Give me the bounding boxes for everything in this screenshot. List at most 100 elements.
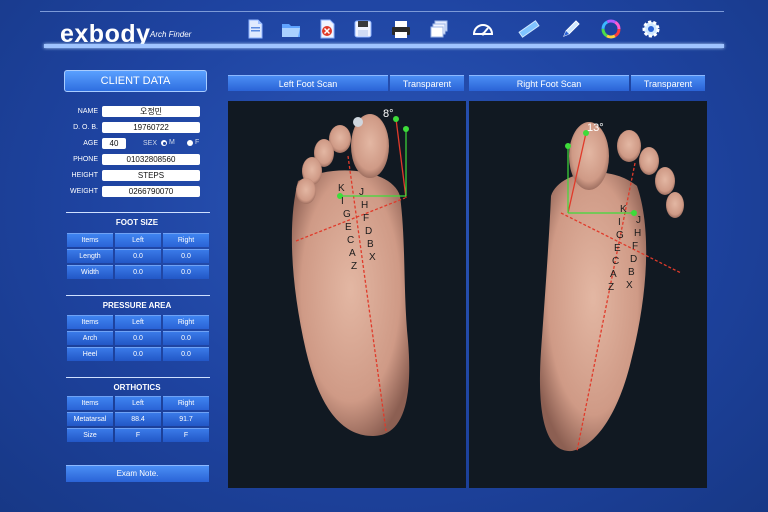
gauge-icon[interactable] bbox=[472, 18, 494, 40]
orthotics-row-item: Size bbox=[67, 428, 113, 442]
pressure-area-rule bbox=[66, 295, 210, 296]
orthotics-size-right: F bbox=[163, 428, 209, 442]
foot-size-title: FOOT SIZE bbox=[115, 218, 159, 227]
right-letter-j: J bbox=[636, 215, 641, 226]
exam-note-button[interactable]: Exam Note. bbox=[66, 465, 209, 482]
pressure-area-title: PRESSURE AREA bbox=[102, 301, 172, 310]
left-angle-label: 8° bbox=[383, 108, 394, 120]
foot-size-length-left: 0.0 bbox=[115, 249, 161, 263]
orthotics-metatarsal-right: 91.7 bbox=[163, 412, 209, 426]
weight-field[interactable]: 0266790070 bbox=[102, 186, 200, 197]
left-letter-c: C bbox=[347, 235, 354, 246]
left-letter-a: A bbox=[349, 248, 356, 259]
foot-size-header-right: Right bbox=[163, 233, 209, 247]
foot-size-rule bbox=[66, 212, 210, 213]
tab-left-foot-scan[interactable]: Left Foot Scan bbox=[228, 75, 388, 91]
left-letter-d: D bbox=[365, 226, 372, 237]
layers-icon[interactable] bbox=[428, 18, 450, 40]
left-letter-k: K bbox=[338, 183, 345, 194]
left-letter-b: B bbox=[367, 239, 374, 250]
foot-size-row-item: Width bbox=[67, 265, 113, 279]
dob-label: D. O. B. bbox=[73, 124, 98, 131]
right-transparent-button[interactable]: Transparent bbox=[631, 75, 705, 91]
foot-size-header-left: Left bbox=[115, 233, 161, 247]
client-data-button[interactable]: CLIENT DATA bbox=[64, 70, 207, 92]
top-bar: exbody Arch Finder bbox=[0, 0, 768, 50]
sex-f-label: F bbox=[195, 139, 200, 146]
name-label: NAME bbox=[77, 108, 98, 115]
orthotics-size-left: F bbox=[115, 428, 161, 442]
right-letter-d: D bbox=[630, 254, 637, 265]
gear-icon[interactable] bbox=[640, 18, 662, 40]
app-subtitle: Arch Finder bbox=[150, 30, 192, 39]
save-disk-icon[interactable] bbox=[352, 18, 374, 40]
pressure-header-right: Right bbox=[163, 315, 209, 329]
orthotics-rule bbox=[66, 377, 210, 378]
right-letter-g: G bbox=[616, 230, 624, 241]
left-letter-z: Z bbox=[351, 261, 357, 272]
age-field[interactable]: 40 bbox=[102, 138, 126, 149]
sex-f-radio[interactable] bbox=[187, 140, 193, 146]
phone-label: PHONE bbox=[73, 156, 98, 163]
open-folder-icon[interactable] bbox=[280, 18, 302, 40]
height-field[interactable]: STEPS bbox=[102, 170, 200, 181]
phone-field[interactable]: 01032808560 bbox=[102, 154, 200, 165]
foot-size-length-right: 0.0 bbox=[163, 249, 209, 263]
pressure-arch-right: 0.0 bbox=[163, 331, 209, 345]
right-letter-e: E bbox=[614, 243, 621, 254]
pressure-header-left: Left bbox=[115, 315, 161, 329]
right-letter-z: Z bbox=[608, 282, 614, 293]
left-foot-scan-view[interactable]: 8° K I G E C A Z J H F D B X bbox=[228, 101, 466, 488]
right-angle-label: 13° bbox=[587, 122, 604, 134]
sex-m-radio[interactable] bbox=[161, 140, 167, 146]
pressure-arch-left: 0.0 bbox=[115, 331, 161, 345]
foot-size-header-items: Items bbox=[67, 233, 113, 247]
left-letter-e: E bbox=[345, 222, 352, 233]
print-icon[interactable] bbox=[390, 18, 412, 40]
orthotics-title: ORTHOTICS bbox=[113, 383, 161, 392]
orthotics-header-right: Right bbox=[163, 396, 209, 410]
pressure-heel-right: 0.0 bbox=[163, 347, 209, 361]
right-letter-a: A bbox=[610, 269, 617, 280]
left-transparent-button[interactable]: Transparent bbox=[390, 75, 464, 91]
dob-field[interactable]: 19760722 bbox=[102, 122, 200, 133]
left-letter-f: F bbox=[363, 213, 369, 224]
left-letter-h: H bbox=[361, 200, 368, 211]
left-foot-image: 8° K I G E C A Z J H F D B X bbox=[228, 101, 466, 488]
new-document-icon[interactable] bbox=[244, 18, 266, 40]
header-glow-divider bbox=[44, 44, 724, 48]
sex-m-label: M bbox=[169, 139, 175, 146]
sex-label: SEX bbox=[143, 140, 158, 147]
right-letter-k: K bbox=[620, 204, 627, 215]
toolbar bbox=[240, 18, 664, 42]
right-letter-f: F bbox=[632, 241, 638, 252]
orthotics-metatarsal-left: 88.4 bbox=[115, 412, 161, 426]
left-letter-x: X bbox=[369, 252, 376, 263]
orthotics-row-item: Metatarsal bbox=[67, 412, 113, 426]
pen-icon[interactable] bbox=[560, 18, 582, 40]
weight-label: WEIGHT bbox=[70, 188, 98, 195]
tab-right-foot-scan[interactable]: Right Foot Scan bbox=[469, 75, 629, 91]
right-foot-image: 13° K I G E C A Z J H F D B X bbox=[469, 101, 707, 488]
foot-size-width-left: 0.0 bbox=[115, 265, 161, 279]
right-letter-x: X bbox=[626, 280, 633, 291]
orthotics-header-items: Items bbox=[67, 396, 113, 410]
delete-document-icon[interactable] bbox=[316, 18, 338, 40]
height-label: HEIGHT bbox=[71, 172, 98, 179]
top-divider bbox=[40, 11, 724, 12]
left-letter-i: I bbox=[341, 196, 344, 207]
ruler-icon[interactable] bbox=[518, 18, 540, 40]
foot-size-width-right: 0.0 bbox=[163, 265, 209, 279]
orthotics-header-left: Left bbox=[115, 396, 161, 410]
name-field[interactable]: 오정민 bbox=[102, 106, 200, 117]
pressure-header-items: Items bbox=[67, 315, 113, 329]
right-letter-c: C bbox=[612, 256, 619, 267]
pressure-row-item: Arch bbox=[67, 331, 113, 345]
age-label: AGE bbox=[83, 140, 98, 147]
right-letter-i: I bbox=[618, 217, 621, 228]
pressure-row-item: Heel bbox=[67, 347, 113, 361]
right-letter-b: B bbox=[628, 267, 635, 278]
color-wheel-icon[interactable] bbox=[600, 18, 622, 40]
right-foot-scan-view[interactable]: 13° K I G E C A Z J H F D B X bbox=[469, 101, 707, 488]
pressure-heel-left: 0.0 bbox=[115, 347, 161, 361]
